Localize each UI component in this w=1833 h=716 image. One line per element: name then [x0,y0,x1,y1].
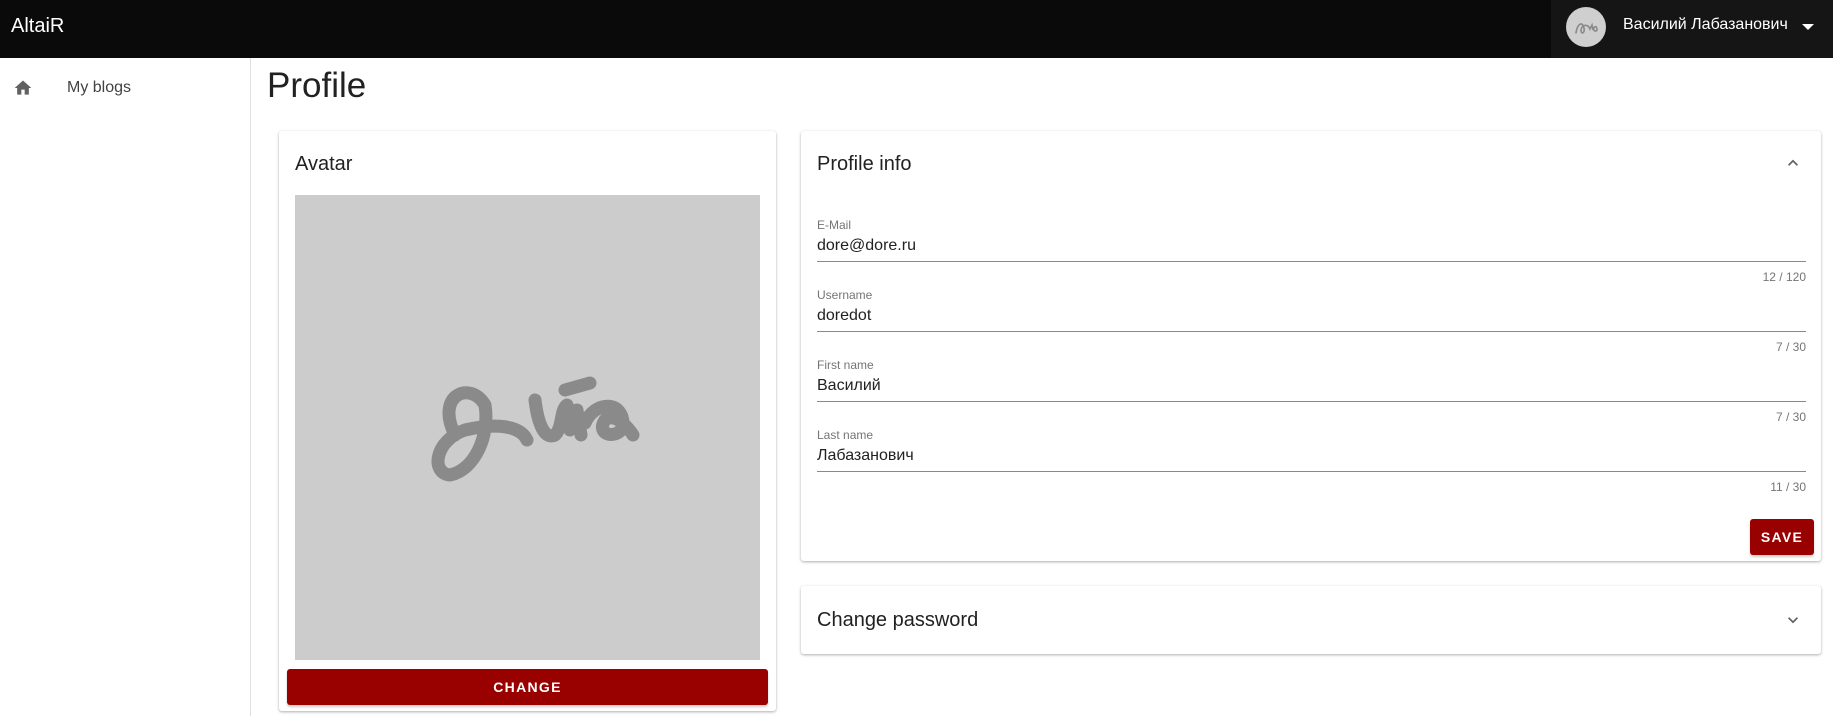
first-name-underline [817,401,1806,402]
save-button[interactable]: SAVE [1750,519,1814,555]
signature-avatar-icon [1575,22,1598,34]
last-name-counter: 11 / 30 [1770,480,1806,494]
app-title[interactable]: AltaiR [11,15,64,38]
signature-image [431,376,640,482]
username-underline [817,331,1806,332]
sidebar-item-label: My blogs [67,79,132,96]
caret-down-icon[interactable] [1802,24,1814,30]
home-icon [14,80,32,95]
sidebar: My blogs [0,58,251,716]
username-counter: 7 / 30 [1775,340,1806,354]
profile-info-title[interactable]: Profile info [817,153,912,176]
email-underline [817,261,1806,262]
email-input[interactable] [817,234,1806,258]
username-label: Username [817,288,873,302]
first-name-input[interactable] [817,374,1806,398]
last-name-underline [817,471,1806,472]
change-password-panel[interactable]: Change password [801,586,1821,654]
first-name-counter: 7 / 30 [1775,410,1806,424]
profile-info-panel: Profile info E-Mail 12 / 120 Username 7 … [801,131,1821,561]
chevron-down-icon[interactable] [1783,610,1803,630]
chevron-up-icon[interactable] [1783,153,1803,173]
change-avatar-button[interactable]: CHANGE [287,669,768,705]
last-name-label: Last name [817,428,874,442]
first-name-label: First name [817,358,874,372]
avatar-image [295,195,760,660]
first-name-field: First name 7 / 30 [817,358,1806,428]
username-field: Username 7 / 30 [817,288,1806,358]
top-app-bar: AltaiR Василий Лабазанович [0,0,1833,58]
last-name-input[interactable] [817,444,1806,468]
username-input[interactable] [817,304,1806,328]
avatar-card-title: Avatar [295,153,353,175]
user-menu[interactable]: Василий Лабазанович [1551,0,1833,58]
change-password-title[interactable]: Change password [817,609,978,632]
avatar-card: Avatar CHANGE [279,131,776,711]
page-title: Profile [267,66,367,105]
user-avatar [1566,7,1606,47]
last-name-field: Last name 11 / 30 [817,428,1806,498]
email-field: E-Mail 12 / 120 [817,218,1806,288]
sidebar-item-my-blogs[interactable]: My blogs [0,72,250,104]
email-counter: 12 / 120 [1762,270,1806,284]
user-name: Василий Лабазанович [1623,16,1788,33]
email-label: E-Mail [817,218,852,232]
